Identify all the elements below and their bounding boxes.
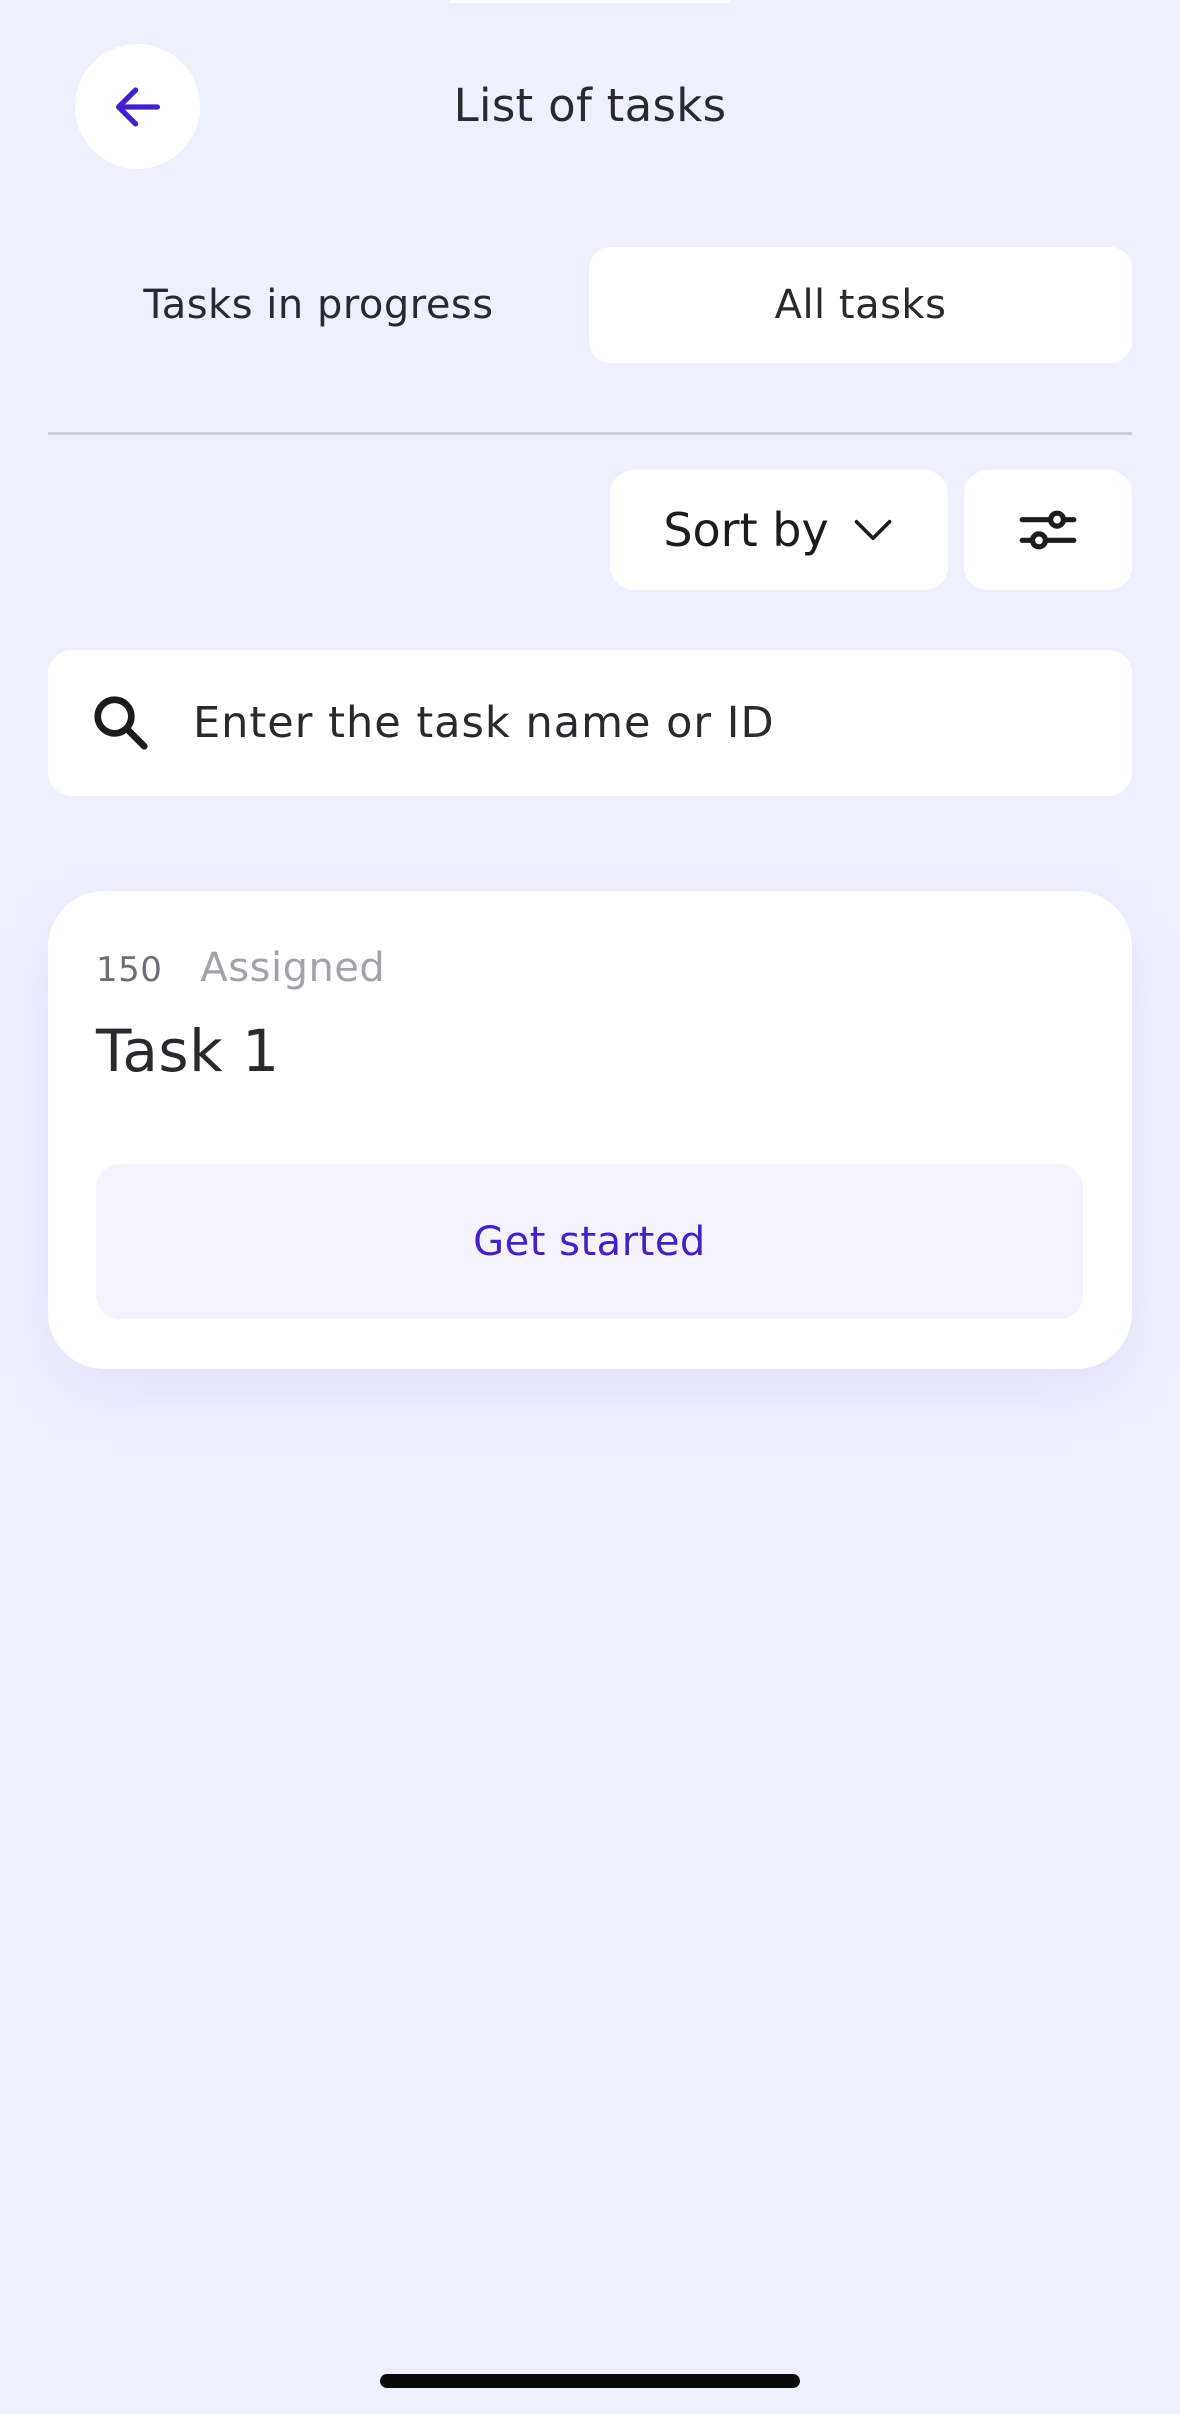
sliders-icon xyxy=(1019,510,1077,550)
tab-bar: Tasks in progress All tasks xyxy=(48,247,1132,363)
task-status: Assigned xyxy=(200,945,386,991)
search-input[interactable] xyxy=(193,650,1093,796)
home-indicator xyxy=(380,2374,800,2388)
search-icon xyxy=(94,696,148,750)
sort-by-button[interactable]: Sort by xyxy=(610,470,948,590)
page-title: List of tasks xyxy=(453,79,727,132)
filter-button[interactable] xyxy=(964,470,1132,590)
search-box xyxy=(48,650,1132,796)
task-card: 150 Assigned Task 1 Get started xyxy=(48,891,1132,1369)
tab-tasks-in-progress[interactable]: Tasks in progress xyxy=(48,247,589,363)
task-id: 150 xyxy=(96,950,163,990)
header: List of tasks xyxy=(0,0,1180,212)
task-name: Task 1 xyxy=(96,1017,280,1085)
divider xyxy=(48,432,1132,435)
get-started-button[interactable]: Get started xyxy=(96,1164,1083,1319)
task-meta: 150 Assigned xyxy=(96,945,385,995)
sort-by-label: Sort by xyxy=(663,503,829,557)
tab-all-tasks[interactable]: All tasks xyxy=(589,247,1132,363)
chevron-down-icon xyxy=(854,519,892,541)
